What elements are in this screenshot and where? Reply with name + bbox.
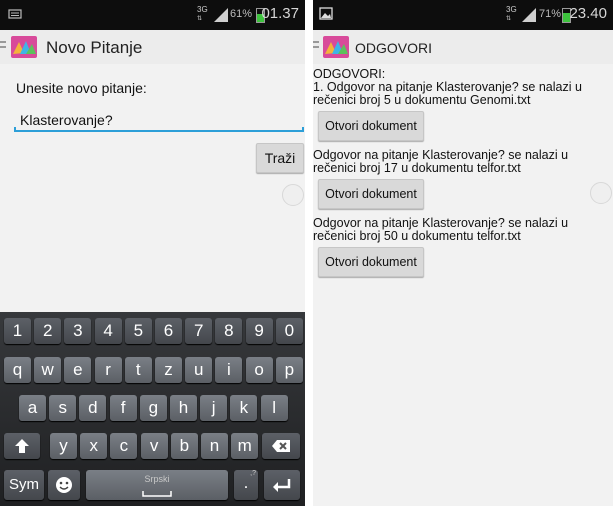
- letter-key-f[interactable]: f: [109, 395, 137, 421]
- space-bar-icon: [142, 491, 172, 497]
- letter-key-h[interactable]: h: [170, 395, 197, 421]
- question-prompt-label: Unesite novo pitanje:: [16, 80, 147, 96]
- open-document-button[interactable]: Otvori dokument: [318, 111, 424, 141]
- letter-key-d[interactable]: d: [79, 395, 107, 421]
- action-bar: Novo Pitanje: [0, 30, 305, 64]
- number-key-0[interactable]: 0: [275, 318, 303, 344]
- letter-key-u[interactable]: u: [185, 357, 213, 383]
- phone-screen-answers: 3G ⇅ 71% 23.40 ODGOVORI ODGOVORI: 1. Odgo…: [313, 0, 613, 506]
- letter-key-z[interactable]: z: [155, 357, 182, 383]
- clock: 01.37: [261, 5, 299, 22]
- answer-text-line: rečenici broj 17 u dokumentu telfor.txt: [313, 161, 521, 175]
- answer-item: 1. Odgovor na pitanje Klasterovanje? se …: [313, 81, 609, 147]
- question-input-value[interactable]: Klasterovanje?: [20, 112, 113, 128]
- shift-arrow-icon: [15, 439, 29, 453]
- number-key-7[interactable]: 7: [185, 318, 213, 344]
- space-key[interactable]: Srpski: [86, 470, 228, 500]
- letter-key-m[interactable]: m: [231, 433, 259, 459]
- number-key-1[interactable]: 1: [4, 318, 31, 344]
- letter-key-y[interactable]: y: [50, 433, 77, 459]
- number-key-4[interactable]: 4: [94, 318, 122, 344]
- drawer-indicator-icon[interactable]: [313, 41, 319, 53]
- number-key-5[interactable]: 5: [124, 318, 152, 344]
- floating-circle-handle[interactable]: [282, 184, 304, 206]
- backspace-icon: [272, 440, 290, 452]
- clock: 23.40: [569, 5, 607, 22]
- open-document-button[interactable]: Otvori dokument: [318, 247, 424, 277]
- answer-item: Odgovor na pitanje Klasterovanje? se nal…: [313, 217, 609, 283]
- battery-percent: 61%: [230, 8, 253, 20]
- number-key-2[interactable]: 2: [34, 318, 62, 344]
- status-bar: 3G ⇅ 71% 23.40: [313, 0, 613, 30]
- punctuation-key-sub: ,?: [250, 470, 256, 477]
- search-button[interactable]: Traži: [256, 143, 304, 173]
- number-key-6[interactable]: 6: [155, 318, 182, 344]
- number-key-8[interactable]: 8: [215, 318, 243, 344]
- backspace-key[interactable]: [262, 433, 300, 459]
- page-title: Novo Pitanje: [46, 38, 143, 57]
- letter-key-c[interactable]: c: [110, 433, 138, 459]
- letter-key-t[interactable]: t: [124, 357, 152, 383]
- letter-key-q[interactable]: q: [4, 357, 31, 383]
- status-bar: 3G ⇅ 61% 01.37: [0, 0, 305, 30]
- number-key-3[interactable]: 3: [64, 318, 92, 344]
- letter-key-b[interactable]: b: [170, 433, 198, 459]
- letter-key-x[interactable]: x: [80, 433, 108, 459]
- enter-icon: [273, 479, 291, 492]
- sym-key[interactable]: Sym: [4, 470, 44, 500]
- punctuation-key[interactable]: .,?: [234, 470, 258, 500]
- open-document-button[interactable]: Otvori dokument: [318, 179, 424, 209]
- answers-list: 1. Odgovor na pitanje Klasterovanje? se …: [313, 81, 609, 283]
- letter-key-k[interactable]: k: [230, 395, 258, 421]
- page-title: ODGOVORI: [355, 40, 433, 56]
- letter-key-n[interactable]: n: [201, 433, 228, 459]
- letter-key-j[interactable]: j: [200, 395, 228, 421]
- enter-key[interactable]: [264, 470, 300, 500]
- battery-percent: 71%: [539, 8, 562, 20]
- letter-key-r[interactable]: r: [94, 357, 122, 383]
- signal-bars-icon: [522, 8, 536, 22]
- keyboard-notification-icon: [8, 9, 22, 19]
- letter-key-o[interactable]: o: [245, 357, 273, 383]
- letter-key-p[interactable]: p: [275, 357, 303, 383]
- signal-bars-icon: [214, 8, 228, 22]
- letter-key-l[interactable]: l: [260, 395, 288, 421]
- letter-key-i[interactable]: i: [215, 357, 243, 383]
- app-logo-icon[interactable]: [323, 36, 349, 58]
- letter-key-v[interactable]: v: [140, 433, 168, 459]
- letter-key-e[interactable]: e: [64, 357, 92, 383]
- onscreen-keyboard: 1234567890 qwertzuiop asdfghjkl yxcvbnm Sym…: [0, 312, 305, 506]
- answer-text-line: rečenici broj 5 u dokumentu Genomi.txt: [313, 93, 531, 107]
- punctuation-key-label: .: [243, 473, 249, 492]
- phone-screen-new-question: 3G ⇅ 61% 01.37 Novo Pitanje Unesite novo …: [0, 0, 305, 506]
- shift-key[interactable]: [4, 433, 40, 459]
- network-type: 3G ⇅: [197, 5, 208, 23]
- emoji-key[interactable]: [48, 470, 80, 500]
- letter-key-s[interactable]: s: [49, 395, 77, 421]
- smiley-icon: [56, 477, 72, 493]
- floating-circle-handle[interactable]: [590, 182, 612, 204]
- answers-content: ODGOVORI: 1. Odgovor na pitanje Klastero…: [313, 68, 609, 285]
- letter-key-g[interactable]: g: [139, 395, 167, 421]
- network-type: 3G ⇅: [506, 5, 517, 23]
- image-icon: [319, 7, 333, 20]
- letter-key-w[interactable]: w: [34, 357, 62, 383]
- space-language-label: Srpski: [144, 474, 170, 484]
- action-bar: ODGOVORI: [313, 30, 613, 64]
- letter-key-a[interactable]: a: [19, 395, 46, 421]
- question-input[interactable]: Klasterovanje?: [14, 108, 304, 132]
- app-logo-icon[interactable]: [11, 36, 37, 58]
- answer-text-line: rečenici broj 50 u dokumentu telfor.txt: [313, 229, 521, 243]
- answer-item: Odgovor na pitanje Klasterovanje? se nal…: [313, 149, 609, 215]
- number-key-9[interactable]: 9: [245, 318, 273, 344]
- drawer-indicator-icon[interactable]: [0, 41, 6, 53]
